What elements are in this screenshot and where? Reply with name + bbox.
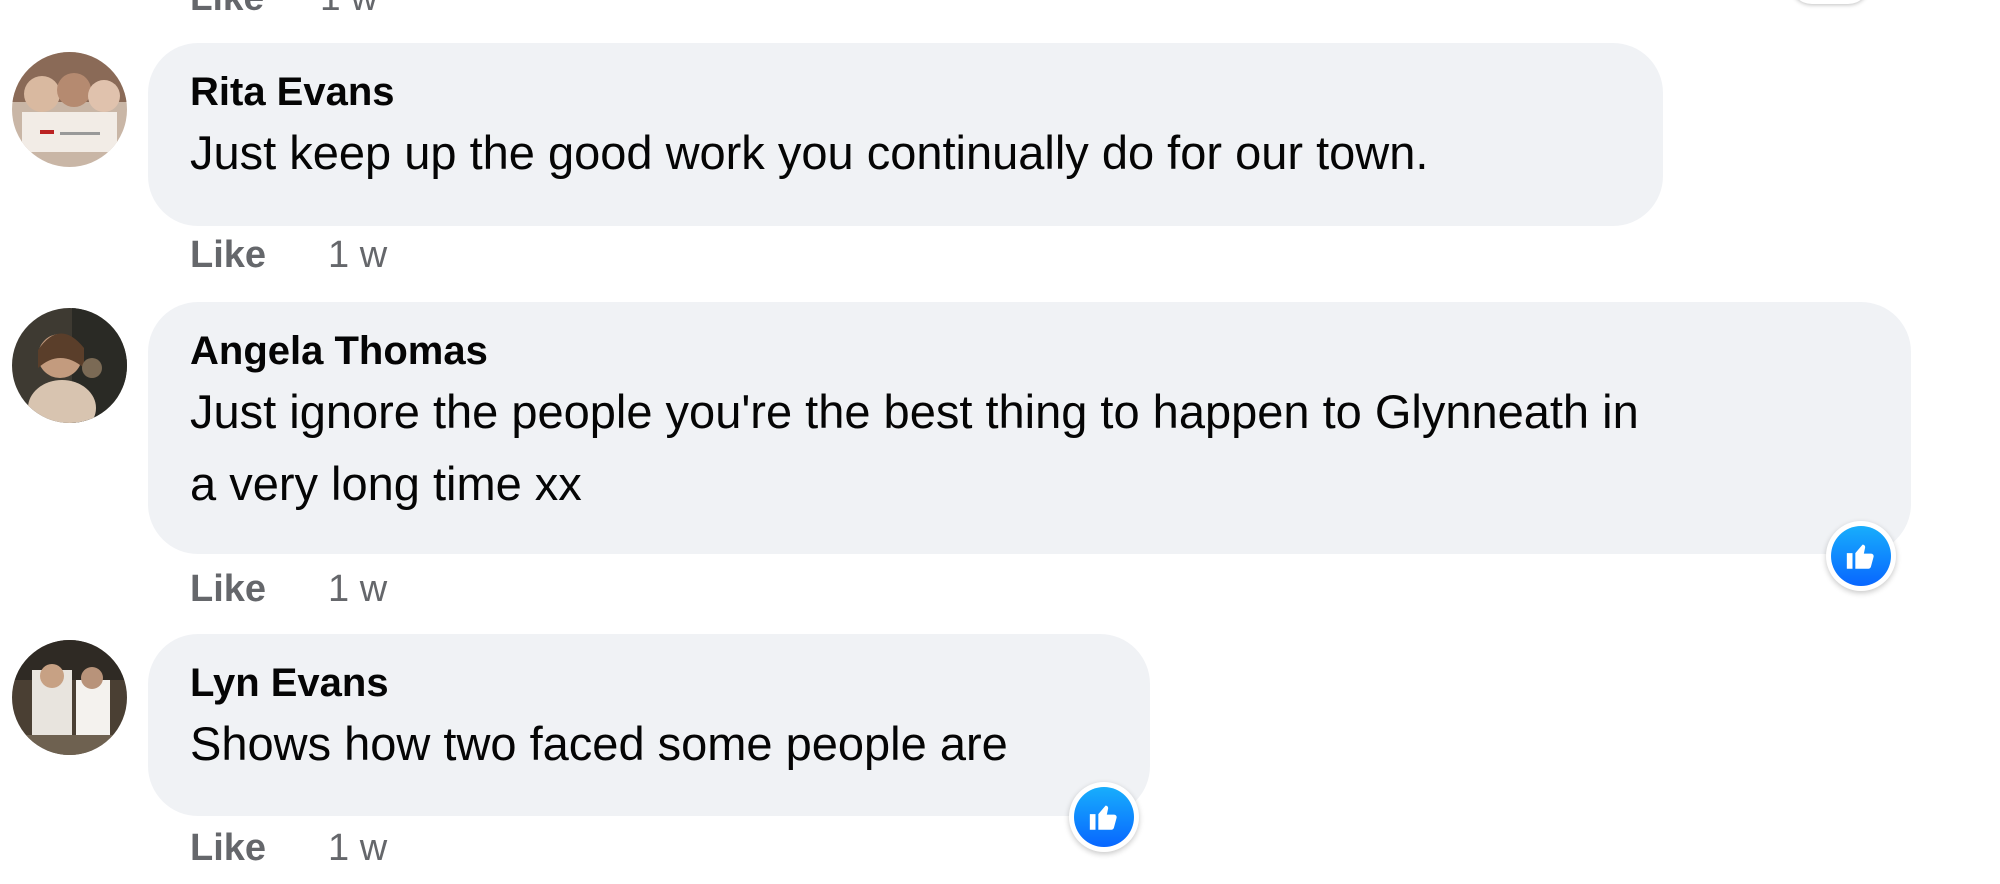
reaction-badge[interactable]: [1069, 782, 1139, 852]
avatar-image: [12, 308, 127, 423]
comment-text-line: a very long time xx: [190, 457, 582, 510]
timestamp-link[interactable]: 1 w: [328, 826, 387, 870]
like-link[interactable]: Like: [190, 233, 266, 277]
comment-text: Just ignore the people you're the best t…: [190, 376, 1871, 520]
avatar-image: [12, 52, 127, 167]
thumbs-up-like-icon: [1831, 526, 1891, 586]
comment-text: Shows how two faced some people are: [190, 717, 1008, 770]
previous-comment-reaction-count[interactable]: [1790, 0, 1870, 4]
comment-actions: Like 1 w: [190, 826, 387, 870]
comments-section: Like 1 w Rita Evans Just keep up the goo…: [0, 0, 2000, 884]
comment-actions: Like 1 w: [190, 233, 387, 277]
comment-actions: Like 1 w: [190, 567, 387, 611]
timestamp-link[interactable]: 1 w: [320, 0, 378, 19]
reaction-badge[interactable]: [1826, 521, 1896, 591]
avatar[interactable]: [12, 308, 127, 423]
comment-text: Just keep up the good work you continual…: [190, 126, 1429, 179]
like-link[interactable]: Like: [190, 0, 264, 19]
timestamp-link[interactable]: 1 w: [328, 567, 387, 611]
comment-author[interactable]: Angela Thomas: [190, 328, 1871, 374]
comment-text-line: Just ignore the people you're the best t…: [190, 385, 1639, 438]
comment-bubble: Rita Evans Just keep up the good work yo…: [148, 43, 1663, 226]
avatar-image: [12, 640, 127, 755]
comment-author[interactable]: Lyn Evans: [190, 660, 1110, 706]
like-link[interactable]: Like: [190, 826, 266, 870]
comment-author[interactable]: Rita Evans: [190, 69, 1623, 115]
comment-bubble: Angela Thomas Just ignore the people you…: [148, 302, 1911, 554]
thumbs-up-like-icon: [1074, 787, 1134, 847]
comment-bubble: Lyn Evans Shows how two faced some peopl…: [148, 634, 1150, 816]
previous-comment-actions: Like 1 w: [190, 0, 378, 18]
avatar[interactable]: [12, 640, 127, 755]
like-link[interactable]: Like: [190, 567, 266, 611]
avatar[interactable]: [12, 52, 127, 167]
timestamp-link[interactable]: 1 w: [328, 233, 387, 277]
